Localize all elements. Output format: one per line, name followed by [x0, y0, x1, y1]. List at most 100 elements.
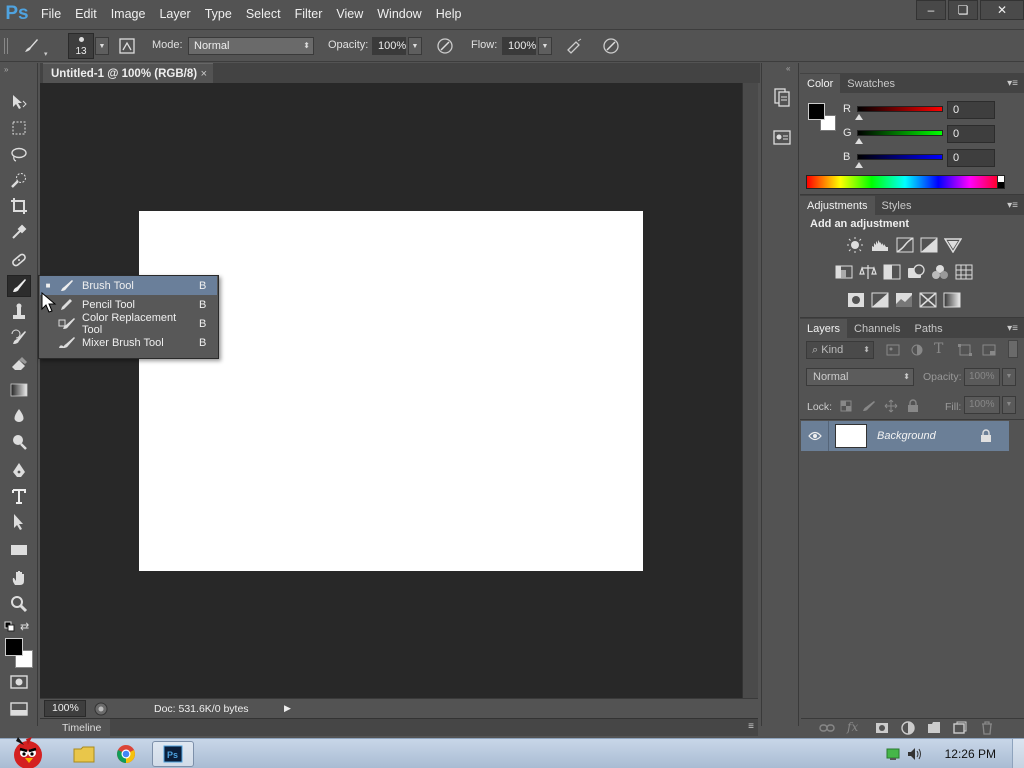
posterize-icon[interactable]: [871, 292, 889, 308]
green-slider-handle-icon[interactable]: [855, 135, 863, 144]
adjustments-panel-menu-icon[interactable]: ▾≡: [1007, 196, 1018, 215]
menu-window[interactable]: Window: [370, 0, 428, 28]
dodge-tool-icon[interactable]: [7, 431, 31, 453]
path-selection-tool-icon[interactable]: [7, 511, 31, 533]
filter-type-icon[interactable]: T: [934, 342, 948, 356]
type-tool-icon[interactable]: [7, 485, 31, 507]
red-slider-handle-icon[interactable]: [855, 111, 863, 120]
airbrush-icon[interactable]: [564, 35, 586, 57]
new-group-icon[interactable]: [927, 721, 941, 734]
zoom-level-field[interactable]: 100%: [44, 700, 86, 717]
screen-mode-icon[interactable]: [9, 701, 29, 717]
restore-button[interactable]: ❏: [948, 0, 978, 20]
dock-collapse-icon[interactable]: «: [786, 64, 790, 73]
hue-saturation-icon[interactable]: [835, 264, 853, 280]
eraser-tool-icon[interactable]: [7, 353, 31, 375]
brush-tool-icon[interactable]: [7, 275, 31, 297]
levels-icon[interactable]: [871, 237, 889, 253]
color-lookup-icon[interactable]: [955, 264, 973, 280]
minimize-button[interactable]: –: [916, 0, 946, 20]
history-brush-tool-icon[interactable]: [7, 327, 31, 349]
menu-file[interactable]: File: [34, 0, 68, 28]
tray-network-icon[interactable]: [886, 748, 900, 760]
lock-all-icon[interactable]: [907, 399, 919, 413]
swap-colors-icon[interactable]: ⇄: [20, 620, 34, 633]
flow-dropdown-icon[interactable]: ▼: [538, 37, 552, 55]
hand-tool-icon[interactable]: [7, 567, 31, 589]
brush-preset-dropdown-icon[interactable]: ▼: [95, 37, 109, 55]
layer-opacity-dropdown-icon[interactable]: ▼: [1002, 368, 1016, 386]
tab-layers[interactable]: Layers: [800, 319, 848, 338]
gradient-map-icon[interactable]: [943, 292, 961, 308]
pressure-size-icon[interactable]: [600, 35, 622, 57]
red-slider[interactable]: [857, 106, 943, 112]
layer-style-fx-icon[interactable]: fx: [847, 720, 861, 734]
menu-edit[interactable]: Edit: [68, 0, 104, 28]
tool-preset-arrow-icon[interactable]: ▾: [44, 50, 52, 58]
flyout-item-color-replacement[interactable]: Color Replacement Tool B: [40, 312, 217, 336]
eyedropper-tool-icon[interactable]: [7, 221, 31, 243]
link-layers-icon[interactable]: [819, 722, 835, 734]
brush-panel-toggle-icon[interactable]: [116, 35, 138, 57]
move-tool-icon[interactable]: [7, 91, 31, 113]
marquee-tool-icon[interactable]: [7, 117, 31, 139]
default-colors-icon[interactable]: [4, 621, 16, 633]
tab-swatches[interactable]: Swatches: [840, 74, 902, 93]
delete-layer-icon[interactable]: [981, 721, 993, 735]
filter-smart-object-icon[interactable]: [982, 344, 996, 356]
lasso-tool-icon[interactable]: [7, 143, 31, 165]
layer-blend-mode-select[interactable]: Normal ⬍: [806, 368, 914, 386]
document-tab[interactable]: Untitled-1 @ 100% (RGB/8) ×: [43, 63, 213, 83]
blue-value-input[interactable]: 0: [947, 149, 995, 167]
filter-pixel-icon[interactable]: [886, 344, 900, 356]
zoom-tool-icon[interactable]: [7, 593, 31, 615]
selective-color-icon[interactable]: [919, 292, 937, 308]
tab-channels[interactable]: Channels: [847, 319, 907, 338]
healing-brush-tool-icon[interactable]: [7, 249, 31, 271]
lock-image-icon[interactable]: [862, 400, 876, 412]
flow-input[interactable]: 100%: [502, 37, 536, 55]
filter-adjustment-icon[interactable]: [910, 344, 924, 356]
channel-mixer-icon[interactable]: [931, 264, 949, 280]
status-menu-arrow-icon[interactable]: ▶: [284, 703, 294, 715]
color-fg-swatch[interactable]: [808, 103, 825, 120]
black-white-ramp[interactable]: [997, 175, 1005, 189]
black-white-icon[interactable]: [883, 264, 901, 280]
timeline-menu-icon[interactable]: ≡: [748, 721, 754, 732]
lock-position-icon[interactable]: [884, 399, 898, 413]
opacity-dropdown-icon[interactable]: ▼: [408, 37, 422, 55]
layer-opacity-input[interactable]: 100%: [964, 368, 1000, 386]
tab-adjustments[interactable]: Adjustments: [800, 196, 875, 215]
tab-color[interactable]: Color: [800, 74, 841, 93]
color-panel-menu-icon[interactable]: ▾≡: [1007, 74, 1018, 93]
flyout-item-brush[interactable]: ■ Brush Tool B: [40, 276, 217, 295]
menu-layer[interactable]: Layer: [152, 0, 197, 28]
foreground-color-swatch[interactable]: [5, 638, 23, 656]
tab-paths[interactable]: Paths: [908, 319, 950, 338]
document-canvas[interactable]: [139, 211, 643, 571]
timeline-tab[interactable]: Timeline: [40, 719, 110, 736]
vibrance-icon[interactable]: [943, 237, 963, 254]
filter-toggle-switch[interactable]: [1008, 340, 1018, 358]
layers-panel-menu-icon[interactable]: ▾≡: [1007, 319, 1018, 338]
start-button-angry-bird-icon[interactable]: [4, 731, 46, 768]
red-value-input[interactable]: 0: [947, 101, 995, 119]
tab-styles[interactable]: Styles: [875, 196, 919, 215]
fill-input[interactable]: 100%: [964, 396, 1000, 414]
options-grip[interactable]: [2, 36, 10, 56]
properties-panel-icon[interactable]: [772, 127, 792, 147]
add-mask-icon[interactable]: [875, 722, 889, 734]
green-value-input[interactable]: 0: [947, 125, 995, 143]
taskbar-explorer-icon[interactable]: [64, 741, 104, 767]
menu-image[interactable]: Image: [104, 0, 153, 28]
quick-mask-icon[interactable]: [9, 674, 29, 690]
color-balance-icon[interactable]: [859, 264, 877, 280]
gradient-tool-icon[interactable]: [7, 379, 31, 401]
layer-visibility-toggle[interactable]: [801, 421, 829, 451]
vertical-scrollbar[interactable]: [742, 83, 758, 698]
tools-collapse-icon[interactable]: »: [4, 65, 8, 74]
photo-filter-icon[interactable]: [907, 264, 925, 280]
show-desktop-button[interactable]: [1012, 739, 1024, 768]
opacity-input[interactable]: 100%: [372, 37, 406, 55]
threshold-icon[interactable]: [895, 292, 913, 308]
